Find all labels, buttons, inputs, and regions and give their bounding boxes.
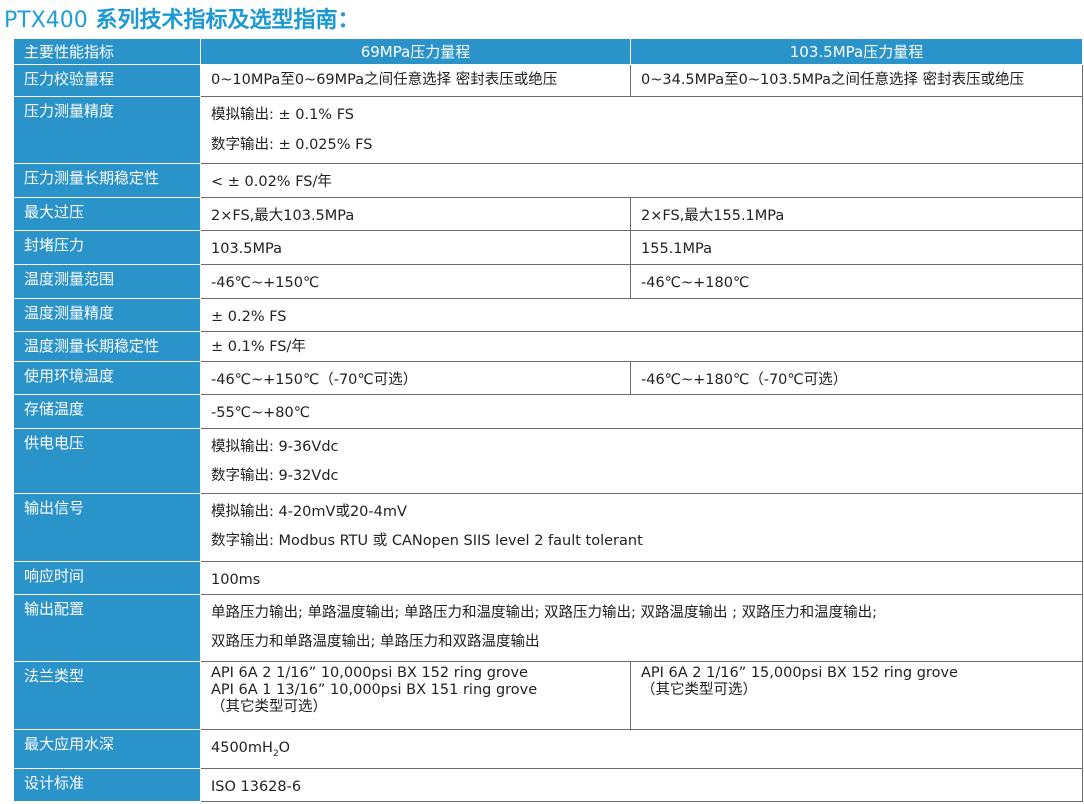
value-text: -46℃~+150℃ xyxy=(211,275,320,291)
table-row: 输出信号 模拟输出: 4-20mV或20-4mV 数字输出: Modbus RT… xyxy=(13,493,1083,562)
row-label: 使用环境温度 xyxy=(13,361,201,395)
row-label: 温度测量长期稳定性 xyxy=(13,331,201,362)
value-text: 数字输出: 9-32Vdc xyxy=(211,468,339,484)
row-label: 最大应用水深 xyxy=(13,729,201,769)
row-value: ISO 13628-6 xyxy=(200,767,1083,802)
row-label: 输出配置 xyxy=(13,594,201,662)
row-label: 封堵压力 xyxy=(13,230,201,265)
row-value: -46℃~+180℃ xyxy=(630,264,1083,299)
value-text: ± 0.2% FS xyxy=(211,309,287,325)
header-label: 主要性能指标 xyxy=(13,38,201,65)
row-value: 0~34.5MPa至0~103.5MPa之间任意选择 密封表压或绝压 xyxy=(630,64,1083,97)
table-row: 设计标准 ISO 13628-6 xyxy=(13,767,1083,802)
row-value: 2×FS,最大155.1MPa xyxy=(630,197,1083,231)
value-text: ± 0.1% FS/年 xyxy=(211,339,306,355)
header-col1: 69MPa压力量程 xyxy=(200,38,631,65)
value-text: 2×FS,最大103.5MPa xyxy=(211,208,355,224)
table-row: 压力测量精度 模拟输出: ± 0.1% FS 数字输出: ± 0.025% FS xyxy=(13,96,1083,164)
table-row: 封堵压力 103.5MPa 155.1MPa xyxy=(13,230,1083,265)
value-text: ISO 13628-6 xyxy=(211,778,302,795)
row-value: -46℃~+150℃（-70℃可选） xyxy=(200,361,631,395)
row-value: 4500mH2O xyxy=(200,729,1083,769)
row-value: 100ms xyxy=(200,561,1083,595)
value-text: （其它类型可选） xyxy=(641,682,757,698)
page-title: PTX400 系列技术指标及选型指南： xyxy=(4,4,359,38)
row-label: 设计标准 xyxy=(13,767,201,802)
water-depth-value: 4500mH xyxy=(211,740,273,756)
row-value: 0~10MPa至0~69MPa之间任意选择 密封表压或绝压 xyxy=(200,64,631,97)
table-header-row: 主要性能指标 69MPa压力量程 103.5MPa压力量程 xyxy=(13,38,1083,65)
row-label: 压力校验量程 xyxy=(13,64,201,97)
value-text: API 6A 2 1/16” 10,000psi BX 152 ring gro… xyxy=(211,665,528,681)
row-value: 模拟输出: ± 0.1% FS 数字输出: ± 0.025% FS xyxy=(200,96,1083,164)
value-text: 数字输出: Modbus RTU 或 CANopen SIIS level 2 … xyxy=(211,533,643,549)
row-label: 响应时间 xyxy=(13,561,201,595)
row-value: API 6A 2 1/16” 15,000psi BX 152 ring gro… xyxy=(630,661,1083,730)
row-value: -46℃~+180℃（-70℃可选） xyxy=(630,361,1083,395)
value-text: 模拟输出: 9-36Vdc xyxy=(211,439,339,455)
value-text: 0~10MPa至0~69MPa之间任意选择 密封表压或绝压 xyxy=(211,72,558,88)
row-value: < ± 0.02% FS/年 xyxy=(200,163,1083,198)
spec-page: PTX400 系列技术指标及选型指南： 主要性能指标 69MPa压力量程 103… xyxy=(0,0,1084,804)
table-row: 温度测量长期稳定性 ± 0.1% FS/年 xyxy=(13,331,1083,362)
table-row: 压力校验量程 0~10MPa至0~69MPa之间任意选择 密封表压或绝压 0~3… xyxy=(13,64,1083,97)
table-row: 输出配置 单路压力输出; 单路温度输出; 单路压力和温度输出; 双路压力输出; … xyxy=(13,594,1083,662)
value-text: -55℃~+80℃ xyxy=(211,405,311,421)
value-text: 2×FS,最大155.1MPa xyxy=(641,208,785,224)
value-text: 数字输出: ± 0.025% FS xyxy=(211,137,373,153)
row-value: -46℃~+150℃ xyxy=(200,264,631,299)
value-text: API 6A 2 1/16” 15,000psi BX 152 ring gro… xyxy=(641,665,958,681)
title-text: 系列技术指标及选型指南： xyxy=(87,8,360,33)
value-text: 模拟输出: ± 0.1% FS xyxy=(211,107,354,123)
value-text: -46℃~+180℃（-70℃可选） xyxy=(641,372,848,388)
row-label: 温度测量精度 xyxy=(13,298,201,332)
row-label: 输出信号 xyxy=(13,493,201,562)
row-value: 单路压力输出; 单路温度输出; 单路压力和温度输出; 双路压力输出; 双路温度输… xyxy=(200,594,1083,662)
value-text: -46℃~+150℃（-70℃可选） xyxy=(211,372,418,388)
value-text: 单路压力输出; 单路温度输出; 单路压力和温度输出; 双路压力输出; 双路温度输… xyxy=(211,605,877,621)
value-text: 103.5MPa xyxy=(211,241,282,257)
row-label: 压力测量精度 xyxy=(13,96,201,164)
table-row: 供电电压 模拟输出: 9-36Vdc 数字输出: 9-32Vdc xyxy=(13,428,1083,494)
value-text: 模拟输出: 4-20mV或20-4mV xyxy=(211,504,407,520)
title-model: PTX400 xyxy=(4,8,88,33)
table-row: 存储温度 -55℃~+80℃ xyxy=(13,394,1083,429)
spec-table: 主要性能指标 69MPa压力量程 103.5MPa压力量程 压力校验量程 0~1… xyxy=(13,38,1083,802)
row-label: 存储温度 xyxy=(13,394,201,429)
value-text: API 6A 1 13/16” 10,000psi BX 151 ring gr… xyxy=(211,682,538,698)
value-text: 100ms xyxy=(211,572,261,588)
row-value: 103.5MPa xyxy=(200,230,631,265)
table-row: 温度测量精度 ± 0.2% FS xyxy=(13,298,1083,332)
value-text: < ± 0.02% FS/年 xyxy=(211,174,332,190)
row-value: 155.1MPa xyxy=(630,230,1083,265)
value-text: 双路压力和单路温度输出; 单路压力和双路温度输出 xyxy=(211,634,540,650)
water-depth-tail: O xyxy=(278,740,291,756)
value-text: 155.1MPa xyxy=(641,241,712,257)
table-row: 压力测量长期稳定性 < ± 0.02% FS/年 xyxy=(13,163,1083,198)
row-value: ± 0.2% FS xyxy=(200,298,1083,332)
row-value: 2×FS,最大103.5MPa xyxy=(200,197,631,231)
row-label: 法兰类型 xyxy=(13,661,201,730)
row-value: 模拟输出: 9-36Vdc 数字输出: 9-32Vdc xyxy=(200,428,1083,494)
row-value: 模拟输出: 4-20mV或20-4mV 数字输出: Modbus RTU 或 C… xyxy=(200,493,1083,562)
row-label: 压力测量长期稳定性 xyxy=(13,163,201,198)
table-row: 温度测量范围 -46℃~+150℃ -46℃~+180℃ xyxy=(13,264,1083,299)
row-label: 最大过压 xyxy=(13,197,201,231)
row-value: ± 0.1% FS/年 xyxy=(200,331,1083,362)
value-text: -46℃~+180℃ xyxy=(641,275,750,291)
row-value: API 6A 2 1/16” 10,000psi BX 152 ring gro… xyxy=(200,661,631,730)
value-text: 0~34.5MPa至0~103.5MPa之间任意选择 密封表压或绝压 xyxy=(641,72,1025,88)
value-text: （其它类型可选） xyxy=(211,699,327,715)
row-label: 供电电压 xyxy=(13,428,201,494)
header-col2: 103.5MPa压力量程 xyxy=(630,38,1083,65)
table-row: 最大应用水深 4500mH2O xyxy=(13,729,1083,769)
row-value: -55℃~+80℃ xyxy=(200,394,1083,429)
row-label: 温度测量范围 xyxy=(13,264,201,299)
table-row: 最大过压 2×FS,最大103.5MPa 2×FS,最大155.1MPa xyxy=(13,197,1083,231)
value-text: 4500mH2O xyxy=(211,735,1082,768)
table-row: 响应时间 100ms xyxy=(13,561,1083,595)
table-row: 使用环境温度 -46℃~+150℃（-70℃可选） -46℃~+180℃（-70… xyxy=(13,361,1083,395)
table-row: 法兰类型 API 6A 2 1/16” 10,000psi BX 152 rin… xyxy=(13,661,1083,730)
